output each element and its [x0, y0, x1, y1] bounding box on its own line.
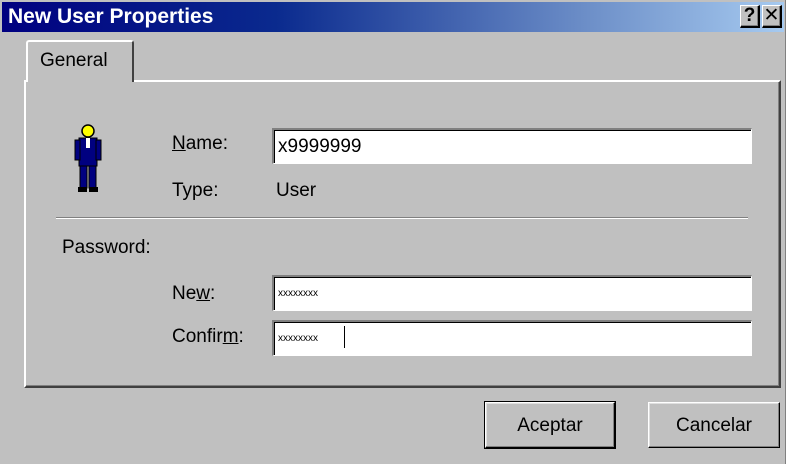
- type-label: Type:: [172, 180, 219, 201]
- help-icon: ?: [743, 5, 756, 26]
- new-label-pre: Ne: [172, 283, 197, 304]
- window-title: New User Properties: [8, 5, 214, 28]
- ok-button[interactable]: Aceptar: [484, 401, 616, 449]
- type-value: User: [276, 180, 317, 201]
- tab-general-label: General: [40, 50, 108, 71]
- help-button[interactable]: ?: [740, 5, 760, 28]
- name-label-text: ame:: [185, 133, 228, 154]
- close-button[interactable]: ✕: [762, 5, 782, 28]
- new-password-input[interactable]: [272, 275, 752, 311]
- name-label: Name:: [172, 133, 228, 155]
- title-bar[interactable]: New User Properties ? ✕: [2, 2, 784, 32]
- confirm-label-accesskey: m: [222, 326, 239, 347]
- text-caret: [344, 326, 345, 348]
- new-label-accesskey: w: [196, 283, 211, 304]
- confirm-label-post: :: [238, 326, 244, 347]
- name-input[interactable]: [272, 128, 752, 164]
- new-user-properties-dialog: New User Properties ? ✕ General Name: Ty…: [0, 0, 786, 464]
- close-icon: ✕: [763, 5, 780, 26]
- tab-general[interactable]: General: [26, 40, 134, 82]
- confirm-label-pre: Confir: [172, 326, 223, 347]
- password-section-label: Password:: [62, 237, 151, 258]
- cancel-button[interactable]: Cancelar: [648, 402, 780, 448]
- confirm-password-label: Confirm:: [172, 326, 244, 348]
- user-icon: [74, 124, 102, 192]
- separator: [56, 217, 748, 219]
- new-label-post: :: [210, 283, 216, 304]
- name-label-accesskey: N: [172, 133, 186, 154]
- new-password-label: New:: [172, 283, 215, 305]
